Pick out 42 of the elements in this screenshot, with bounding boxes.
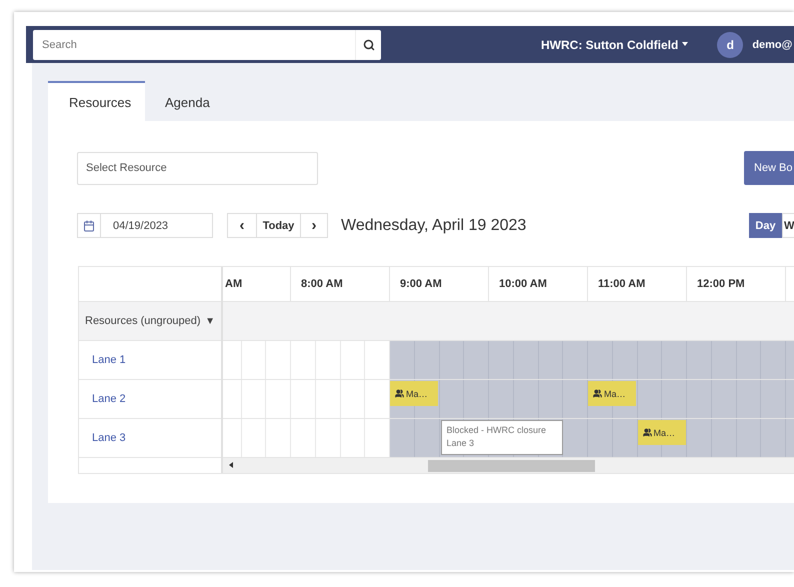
calendar-button[interactable]: [77, 213, 101, 238]
view-button[interactable]: W: [782, 213, 794, 238]
tab[interactable]: Resources: [48, 81, 145, 121]
user-email[interactable]: demo@: [752, 38, 792, 50]
booking-event[interactable]: Ma…: [588, 381, 636, 406]
location-dropdown[interactable]: HWRC: Sutton Coldfield: [541, 38, 688, 52]
booking-event[interactable]: Ma…: [638, 420, 686, 445]
time-header: AM: [223, 267, 291, 301]
users-icon: [593, 389, 602, 398]
previous-button[interactable]: ‹: [227, 213, 257, 238]
tab[interactable]: Agenda: [145, 81, 225, 121]
time-header: 9:00 AM: [390, 267, 489, 301]
scroll-left-icon[interactable]: [229, 462, 233, 468]
caret-icon: [682, 42, 688, 46]
calendar-icon: [83, 220, 95, 232]
users-icon: [642, 428, 652, 437]
time-header: 10:00 AM: [489, 267, 588, 301]
lane-name[interactable]: Lane 3: [92, 432, 126, 444]
horizontal-scrollbar[interactable]: [223, 458, 794, 473]
booking-event[interactable]: Ma…: [390, 381, 438, 406]
time-header: 11:00 AM: [588, 267, 687, 301]
lane-name[interactable]: Lane 2: [92, 393, 126, 405]
search-icon: [362, 38, 374, 50]
users-icon: [395, 389, 404, 398]
tooltip-text: Lane 3: [446, 437, 476, 450]
lane-name[interactable]: Lane 1: [92, 354, 126, 366]
scrollbar-thumb[interactable]: [428, 460, 595, 472]
tooltip-text: Blocked - HWRC closure: [446, 424, 548, 437]
user-avatar[interactable]: d: [717, 32, 744, 58]
time-header: 8:00 AM: [291, 267, 390, 301]
view-button[interactable]: Day: [749, 213, 782, 238]
search-button[interactable]: [355, 30, 381, 60]
today-button[interactable]: Today: [256, 213, 301, 238]
next-button[interactable]: ›: [300, 213, 328, 238]
date-field[interactable]: 04/19/2023: [101, 213, 213, 238]
search-field[interactable]: Search: [33, 30, 355, 60]
new-booking-button[interactable]: New Bo: [744, 151, 794, 185]
collapse-toggle[interactable]: ▼: [205, 316, 215, 326]
group-label: Resources (ungrouped): [85, 315, 201, 327]
resource-select[interactable]: Select Resource: [77, 152, 318, 184]
time-header: 12:00 PM: [687, 267, 786, 301]
date-title: Wednesday, April 19 2023: [341, 216, 526, 234]
